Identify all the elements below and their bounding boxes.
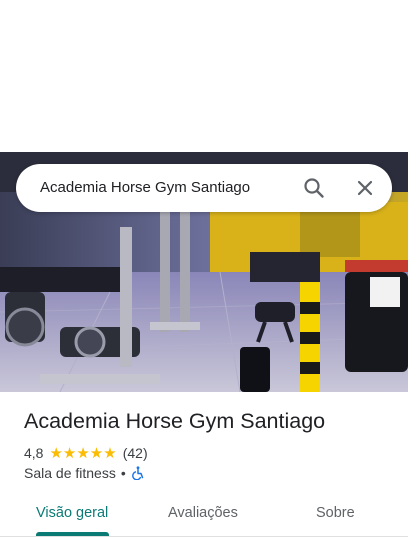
- star-rating-icon: ★★★★★: [49, 445, 117, 462]
- close-icon[interactable]: [353, 176, 377, 200]
- rating-value: 4,8: [24, 445, 44, 461]
- review-count[interactable]: (42): [123, 445, 148, 461]
- active-tab-indicator: [36, 532, 109, 536]
- tab-about[interactable]: Sobre: [316, 505, 355, 521]
- place-title: Academia Horse Gym Santiago: [24, 409, 326, 433]
- blank-top-area: [0, 0, 408, 152]
- place-category: Sala de fitness: [24, 465, 116, 481]
- wheelchair-icon: [131, 466, 145, 481]
- search-icon[interactable]: [302, 176, 326, 200]
- search-bar[interactable]: Academia Horse Gym Santiago: [16, 164, 392, 212]
- category-row: Sala de fitness •: [24, 465, 145, 481]
- search-input[interactable]: Academia Horse Gym Santiago: [40, 179, 250, 196]
- separator-dot: •: [120, 465, 126, 481]
- rating-row[interactable]: 4,8 ★★★★★ (42): [24, 444, 148, 462]
- tab-overview[interactable]: Visão geral: [36, 505, 108, 521]
- tab-bar: Visão geral Avaliações Sobre: [0, 492, 408, 537]
- tab-reviews[interactable]: Avaliações: [168, 505, 238, 521]
